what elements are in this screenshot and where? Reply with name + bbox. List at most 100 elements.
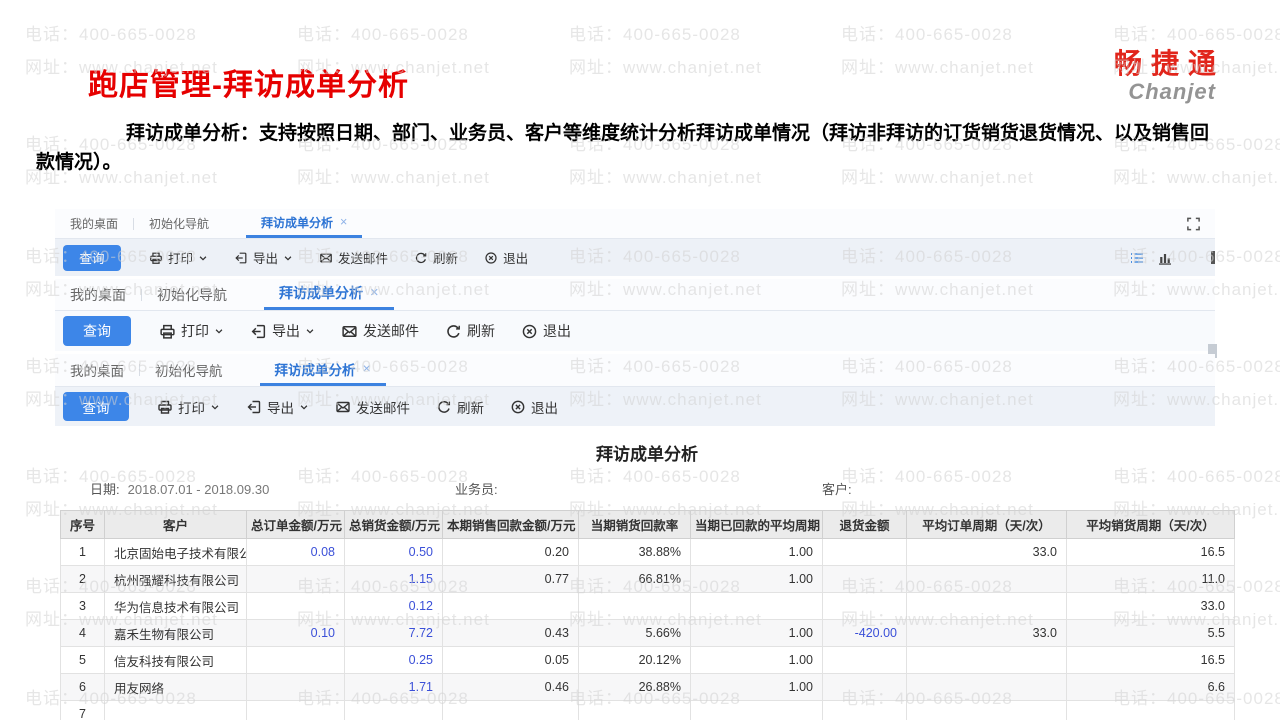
table-cell-link[interactable]: -420.00 [822, 619, 907, 647]
tab-my-desktop[interactable]: 我的桌面 [55, 209, 133, 238]
toolbar: 查询 打印 导出 发送邮件 刷新 退出 [55, 387, 1215, 426]
exit-button[interactable]: 退出 [521, 321, 571, 341]
table-cell: 0.43 [442, 619, 579, 647]
table-cell-link[interactable]: 0.50 [344, 538, 443, 566]
table-cell [246, 700, 345, 720]
export-button[interactable]: 导出 [246, 397, 309, 417]
export-label: 导出 [253, 252, 279, 266]
tab-my-desktop[interactable]: 我的桌面 [55, 279, 141, 310]
mail-icon [335, 399, 351, 415]
refresh-button[interactable]: 刷新 [414, 248, 458, 267]
query-button[interactable]: 查询 [63, 244, 121, 271]
table-row: 3 华为信息技术有限公司 0.12 33.0 [60, 592, 1235, 620]
table-cell-link[interactable]: 0.10 [246, 619, 345, 647]
table-cell: 1.00 [690, 565, 823, 593]
partial-icon [1211, 251, 1215, 264]
table-cell: 33.0 [906, 619, 1067, 647]
tab-visit-order-analysis[interactable]: 拜访成单分析 × [264, 279, 394, 310]
print-button[interactable]: 打印 [149, 248, 208, 267]
mail-icon [319, 251, 333, 265]
refresh-label: 刷新 [433, 252, 459, 266]
tab-label: 拜访成单分析 [279, 285, 363, 301]
exit-button[interactable]: 退出 [510, 397, 558, 417]
fullscreen-icon[interactable] [1186, 216, 1201, 231]
tab-init-nav[interactable]: 初始化导航 [142, 279, 242, 310]
query-button[interactable]: 查询 [63, 316, 131, 346]
bar-chart-view-icon[interactable] [1157, 250, 1173, 266]
mail-icon [341, 323, 358, 340]
printer-icon [149, 251, 163, 265]
table-cell: 北京固始电子技术有限公司 [104, 538, 247, 566]
printer-icon [159, 323, 176, 340]
close-icon[interactable]: × [363, 361, 371, 377]
table-cell: 1 [60, 538, 105, 566]
export-button[interactable]: 导出 [234, 248, 293, 267]
table-cell-link[interactable]: 1.71 [344, 673, 443, 701]
table-cell: 5.5 [1066, 619, 1235, 647]
table-cell-link[interactable]: 1.15 [344, 565, 443, 593]
table-cell [822, 700, 907, 720]
logo-cn-text: 畅捷通 [1113, 48, 1225, 79]
table-cell [822, 538, 907, 566]
table-cell: 4 [60, 619, 105, 647]
table-cell [906, 565, 1067, 593]
table-cell: 38.88% [578, 538, 691, 566]
table-cell: 11.0 [1066, 565, 1235, 593]
tab-init-nav[interactable]: 初始化导航 [134, 209, 224, 238]
table-cell [906, 700, 1067, 720]
watermark-phone: 电话：400-665-0028 [25, 25, 197, 44]
tab-visit-order-analysis[interactable]: 拜访成单分析 × [246, 209, 363, 238]
watermark-phone: 电话：400-665-0028 [297, 25, 469, 44]
table-cell [906, 646, 1067, 674]
table-cell-link[interactable]: 7.72 [344, 619, 443, 647]
export-button[interactable]: 导出 [250, 321, 315, 341]
report-area: 拜访成单分析 日期: 2018.07.01 - 2018.09.30 业务员: 客… [60, 440, 1235, 720]
table-cell [906, 592, 1067, 620]
analysis-table: 序号 客户 总订单金额/万元 总销货金额/万元 本期销售回款金额/万元 当期销货回款率 当期… [60, 510, 1235, 720]
table-header-row: 序号 客户 总订单金额/万元 总销货金额/万元 本期销售回款金额/万元 当期销货回款率 当期… [60, 510, 1235, 539]
refresh-button[interactable]: 刷新 [436, 397, 484, 417]
table-cell [822, 646, 907, 674]
tab-init-nav[interactable]: 初始化导航 [140, 354, 238, 386]
table-cell: 嘉禾生物有限公司 [104, 619, 247, 647]
print-button[interactable]: 打印 [157, 397, 220, 417]
close-icon[interactable]: × [370, 285, 379, 301]
column-header: 本期销售回款金额/万元 [442, 510, 579, 539]
tab-visit-order-analysis[interactable]: 拜访成单分析 × [259, 354, 386, 386]
send-mail-button[interactable]: 发送邮件 [319, 248, 388, 267]
table-cell: 5.66% [578, 619, 691, 647]
watermark-web: 网址：www.chanjet.net [569, 58, 762, 77]
table-cell [246, 646, 345, 674]
query-button[interactable]: 查询 [63, 392, 129, 421]
exit-button[interactable]: 退出 [484, 248, 528, 267]
exit-label: 退出 [543, 323, 571, 339]
table-cell: 0.46 [442, 673, 579, 701]
table-cell-link[interactable]: 0.12 [344, 592, 443, 620]
print-button[interactable]: 打印 [159, 321, 224, 341]
table-cell [906, 673, 1067, 701]
chevron-down-icon [305, 326, 315, 336]
table-cell [822, 565, 907, 593]
tab-bar: 我的桌面 初始化导航 拜访成单分析 × [55, 209, 1215, 239]
table-cell-link[interactable]: 0.08 [246, 538, 345, 566]
close-icon[interactable]: × [340, 215, 347, 229]
table-cell: 用友网络 [104, 673, 247, 701]
send-mail-button[interactable]: 发送邮件 [335, 397, 410, 417]
table-cell: 1.00 [690, 619, 823, 647]
table-cell-link[interactable]: 0.25 [344, 646, 443, 674]
tab-my-desktop[interactable]: 我的桌面 [55, 354, 139, 386]
filter-date: 日期: 2018.07.01 - 2018.09.30 [90, 479, 269, 498]
table-cell: 1.00 [690, 538, 823, 566]
chevron-down-icon [214, 326, 224, 336]
table-cell: 0.20 [442, 538, 579, 566]
exit-circle-x-icon [510, 399, 526, 415]
table-cell: 33.0 [906, 538, 1067, 566]
table-cell: 66.81% [578, 565, 691, 593]
table-row: 5 信友科技有限公司 0.25 0.05 20.12% 1.00 16.5 [60, 646, 1235, 674]
refresh-button[interactable]: 刷新 [445, 321, 495, 341]
table-cell: 16.5 [1066, 646, 1235, 674]
list-view-icon[interactable] [1129, 250, 1145, 266]
report-filters: 日期: 2018.07.01 - 2018.09.30 业务员: 客户: [60, 479, 1234, 497]
send-mail-button[interactable]: 发送邮件 [341, 321, 419, 341]
table-cell [690, 700, 823, 720]
